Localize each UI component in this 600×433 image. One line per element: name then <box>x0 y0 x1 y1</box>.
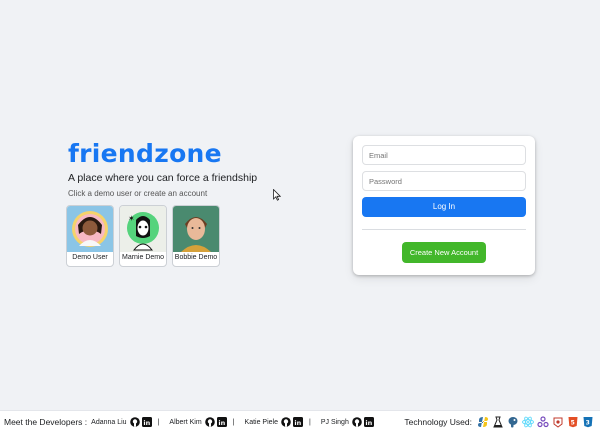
linkedin-icon[interactable]: in <box>363 417 374 427</box>
linkedin-icon[interactable]: in <box>141 417 152 427</box>
html5-icon: 5 <box>568 417 578 428</box>
svg-text:✶: ✶ <box>128 214 135 223</box>
developer-name: Albert Kim <box>169 418 202 426</box>
postgresql-icon <box>508 417 518 428</box>
svg-text:in: in <box>143 419 150 427</box>
developer-name: Adanna Liu <box>91 418 127 426</box>
separator: | <box>157 418 160 426</box>
demo-user-name: Bobbie Demo <box>174 254 218 261</box>
github-icon[interactable] <box>281 417 291 427</box>
demo-user-name: Marnie Demo <box>121 254 164 261</box>
demo-user-card[interactable]: Demo User <box>66 205 114 267</box>
developer-entry: Adanna Liu in <box>91 417 152 427</box>
demo-user-avatar <box>173 206 219 252</box>
footer: Meet the Developers : Adanna Liu in | Al… <box>0 410 600 433</box>
svg-text:in: in <box>365 419 372 427</box>
svg-text:in: in <box>218 419 225 427</box>
demo-user-avatar: ✶ <box>120 206 166 252</box>
github-icon[interactable] <box>129 417 140 427</box>
demo-user-card[interactable]: ✶ Marnie Demo <box>119 205 167 267</box>
developer-entry: PJ Singh in <box>321 417 374 427</box>
developers-label: Meet the Developers : <box>4 417 88 427</box>
react-icon <box>522 416 534 428</box>
python-icon <box>478 417 488 427</box>
developer-name: PJ Singh <box>320 418 349 426</box>
separator: | <box>309 418 311 426</box>
technology-label: Technology Used: <box>404 417 472 427</box>
technology-icons: 5 3 <box>477 416 594 428</box>
redux-icon <box>537 416 549 428</box>
tagline: A place where you can force a friendship <box>68 172 258 184</box>
mouse-cursor-icon <box>273 189 281 201</box>
linkedin-icon[interactable]: in <box>293 417 303 427</box>
svg-text:in: in <box>294 419 301 427</box>
github-icon[interactable] <box>204 417 215 427</box>
separator: | <box>232 418 235 426</box>
developer-name: Katie Piele <box>244 418 278 426</box>
email-input[interactable] <box>362 145 526 165</box>
login-card: Log In Create New Account <box>353 136 535 275</box>
demo-hint: Click a demo user or create an account <box>68 189 208 198</box>
flask-icon <box>493 416 503 428</box>
login-button[interactable]: Log In <box>362 197 526 217</box>
create-account-button[interactable]: Create New Account <box>402 242 486 263</box>
css3-icon: 3 <box>583 417 593 428</box>
linkedin-icon[interactable]: in <box>216 417 227 427</box>
svg-text:5: 5 <box>571 419 575 426</box>
github-icon[interactable] <box>352 417 362 427</box>
sqlalchemy-icon <box>553 417 563 428</box>
demo-user-card[interactable]: Bobbie Demo <box>172 205 220 267</box>
divider <box>362 229 526 230</box>
app-logo: friendzone <box>68 139 222 168</box>
demo-user-list: Demo User ✶ Marnie Demo Bobbie Demo <box>66 205 220 267</box>
demo-user-name: Demo User <box>72 254 108 261</box>
demo-user-avatar <box>67 206 113 252</box>
password-input[interactable] <box>362 171 526 191</box>
brand-block: friendzone A place where you can force a… <box>68 139 257 198</box>
developer-entry: Katie Piele in <box>245 417 303 427</box>
svg-text:3: 3 <box>586 419 590 426</box>
developer-entry: Albert Kim in <box>169 417 227 427</box>
